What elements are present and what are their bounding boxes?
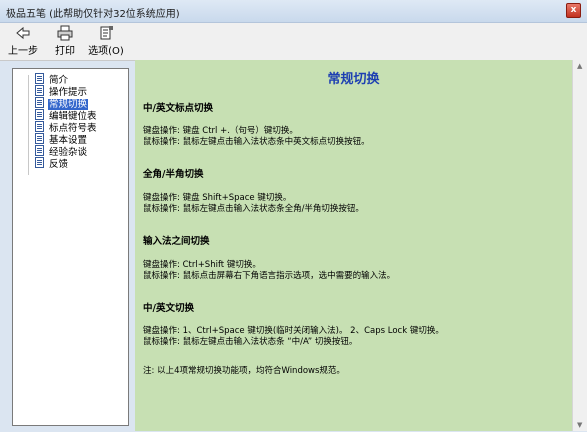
tree-item-tips[interactable]: 操作提示 [35,85,88,98]
section-line: 键盘操作: 1、Ctrl+Space 键切换(临时关闭输入法)。 2、Caps … [143,326,444,336]
tree-item-experience[interactable]: 经验杂谈 [35,145,88,158]
tree-item-settings[interactable]: 基本设置 [35,133,88,146]
printer-icon [57,25,73,41]
page-icon [35,121,44,132]
section-line: 鼠标操作: 鼠标左键点击输入法状态条 “中/A” 切换按钮。 [143,337,358,347]
section-line: 鼠标操作: 鼠标点击屏幕右下角语言指示选项，选中需要的输入法。 [143,271,396,281]
section-heading: 中/英文标点切换 [143,103,213,114]
options-label: 选项(O) [88,46,124,57]
back-label: 上一步 [8,46,38,57]
close-icon: x [570,5,577,15]
tree-item-key-table[interactable]: 编辑键位表 [35,109,98,122]
note-text: 注: 以上4项常规切换功能项，均符合Windows规范。 [143,366,345,376]
tree-item-punctuation[interactable]: 标点符号表 [35,121,98,134]
content-scrollbar[interactable]: ▲ ▼ [572,60,587,431]
section-line: 鼠标操作: 鼠标左键点击输入法状态条中英文标点切换按钮。 [143,137,370,147]
scroll-up-icon[interactable]: ▲ [577,62,582,70]
help-content: 常规切换 中/英文标点切换 键盘操作: 键盘 Ctrl +.（句号）键切换。 鼠… [135,60,572,431]
options-button[interactable]: 选项(O) [86,25,126,57]
back-arrow-icon [16,26,30,40]
page-icon [35,97,44,108]
topic-tree[interactable]: 简介 操作提示 常规切换 编辑键位表 标点符号表 基本设置 经验杂谈 反馈 [12,68,129,426]
title-bar: 极品五笔 (此帮助仅针对32位系统应用) x [0,0,587,23]
window-title: 极品五笔 (此帮助仅针对32位系统应用) [6,9,180,20]
tree-item-feedback[interactable]: 反馈 [35,157,69,170]
print-label: 打印 [55,46,75,57]
section-line: 鼠标操作: 鼠标左键点击输入法状态条全角/半角切换按钮。 [143,204,364,214]
options-icon [100,26,113,40]
close-button[interactable]: x [566,3,581,18]
section-line: 键盘操作: Ctrl+Shift 键切换。 [143,260,261,270]
page-title: 常规切换 [327,72,380,87]
tree-item-switching[interactable]: 常规切换 [35,97,89,110]
page-icon [35,85,44,96]
tree-item-intro[interactable]: 简介 [35,73,69,86]
page-icon [35,73,44,84]
section-line: 键盘操作: 键盘 Shift+Space 键切换。 [143,193,292,203]
tree-guide-line [28,75,29,175]
section-heading: 全角/半角切换 [143,169,204,180]
scroll-down-icon[interactable]: ▼ [577,421,582,429]
section-heading: 输入法之间切换 [143,236,210,247]
page-icon [35,109,44,120]
toolbar: 上一步 打印 选项(O) [0,23,587,61]
page-icon [35,133,44,144]
print-button[interactable]: 打印 [52,25,78,57]
section-line: 键盘操作: 键盘 Ctrl +.（句号）键切换。 [143,126,298,136]
page-icon [35,157,44,168]
page-icon [35,145,44,156]
back-button[interactable]: 上一步 [6,25,40,57]
section-heading: 中/英文切换 [143,303,194,314]
